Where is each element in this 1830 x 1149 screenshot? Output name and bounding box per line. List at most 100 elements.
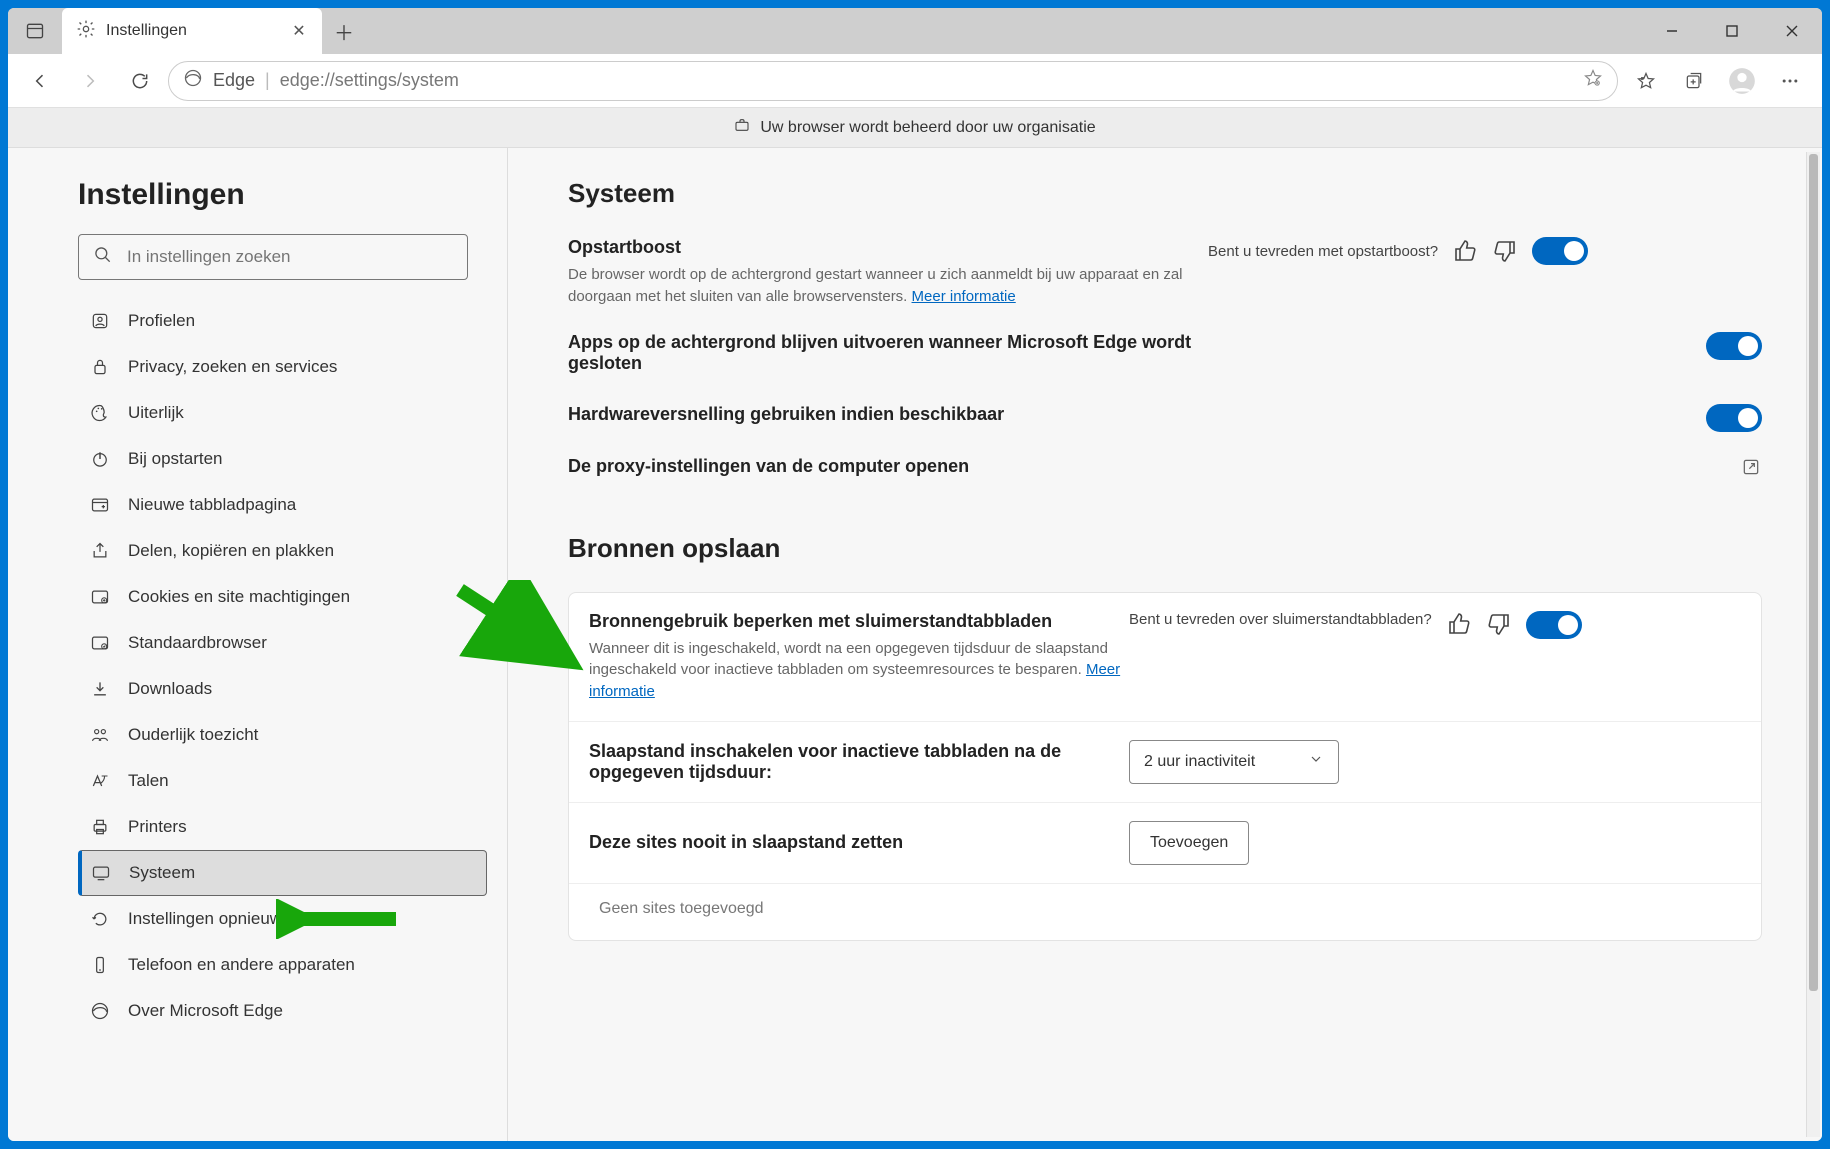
tab-close-button[interactable]: ✕ [290, 22, 308, 40]
forward-button[interactable] [68, 59, 112, 103]
sidebar-item-share[interactable]: Delen, kopiëren en plakken [78, 528, 487, 574]
toggle-startup-boost[interactable] [1532, 237, 1588, 265]
sidebar-item-family[interactable]: Ouderlijk toezicht [78, 712, 487, 758]
managed-by-org-banner: Uw browser wordt beheerd door uw organis… [8, 108, 1822, 148]
timeout-select[interactable]: 2 uur inactiviteit [1129, 740, 1339, 784]
sidebar-item-appearance[interactable]: Uiterlijk [78, 390, 487, 436]
more-menu-button[interactable] [1768, 59, 1812, 103]
profile-icon [88, 311, 112, 331]
sidebar-item-system[interactable]: Systeem [78, 850, 487, 896]
sidebar-item-phone[interactable]: Telefoon en andere apparaten [78, 942, 487, 988]
toggle-hardware-accel[interactable] [1706, 404, 1762, 432]
favorite-star-icon[interactable] [1583, 68, 1603, 93]
sidebar-item-label: Instellingen opnieuw instellen [128, 909, 349, 929]
new-tab-button[interactable]: ＋ [322, 8, 366, 54]
sidebar-item-defaultbrowser[interactable]: Standaardbrowser [78, 620, 487, 666]
thumbs-down-button[interactable] [1492, 238, 1518, 264]
sidebar-item-label: Downloads [128, 679, 212, 699]
sidebar-item-about[interactable]: Over Microsoft Edge [78, 988, 487, 1034]
sidebar-item-label: Ouderlijk toezicht [128, 725, 258, 745]
add-site-button[interactable]: Toevoegen [1129, 821, 1249, 865]
briefcase-icon [734, 117, 750, 138]
settings-search-input[interactable] [127, 247, 453, 267]
power-icon [88, 449, 112, 469]
collections-button[interactable] [1672, 59, 1716, 103]
window-minimize-button[interactable] [1642, 8, 1702, 54]
page-heading: Systeem [568, 178, 1762, 209]
phone-icon [88, 955, 112, 975]
sidebar-heading: Instellingen [78, 178, 487, 212]
sidebar-item-label: Over Microsoft Edge [128, 1001, 283, 1021]
address-url: edge://settings/system [280, 70, 459, 91]
gear-icon [76, 19, 96, 44]
address-bar[interactable]: Edge | edge://settings/system [168, 61, 1618, 101]
profile-avatar[interactable] [1720, 59, 1764, 103]
sidebar-item-label: Talen [128, 771, 169, 791]
sidebar-item-privacy[interactable]: Privacy, zoeken en services [78, 344, 487, 390]
reload-button[interactable] [118, 59, 162, 103]
settings-search-box[interactable] [78, 234, 468, 280]
section-heading-resources: Bronnen opslaan [568, 533, 1762, 564]
sidebar-item-label: Nieuwe tabbladpagina [128, 495, 296, 515]
search-icon [93, 245, 113, 270]
setting-startup-boost: Opstartboost De browser wordt op de acht… [568, 237, 1762, 308]
printer-icon [88, 817, 112, 837]
scrollbar-thumb[interactable] [1809, 154, 1818, 991]
sidebar-item-languages[interactable]: Talen [78, 758, 487, 804]
select-value: 2 uur inactiviteit [1144, 753, 1255, 771]
setting-background-apps: Apps op de achtergrond blijven uitvoeren… [568, 332, 1762, 380]
feedback-label: Bent u tevreden over sluimerstandtabblad… [1129, 611, 1432, 628]
sidebar-item-label: Profielen [128, 311, 195, 331]
setting-hardware-accel: Hardwareversnelling gebruiken indien bes… [568, 404, 1762, 432]
back-button[interactable] [18, 59, 62, 103]
sidebar-item-cookies[interactable]: Cookies en site machtigingen [78, 574, 487, 620]
settings-sidebar: Instellingen Profielen Privacy, zoeken e… [8, 148, 508, 1141]
sidebar-item-reset[interactable]: Instellingen opnieuw instellen [78, 896, 487, 942]
address-prefix: Edge [213, 70, 255, 91]
sleeping-tabs-card: Bronnengebruik beperken met sluimerstand… [568, 592, 1762, 941]
toggle-sleeping-tabs[interactable] [1526, 611, 1582, 639]
thumbs-down-button[interactable] [1486, 611, 1512, 637]
reset-icon [88, 909, 112, 929]
toggle-background-apps[interactable] [1706, 332, 1762, 360]
card-title: Deze sites nooit in slaapstand zetten [589, 832, 1129, 853]
language-icon [88, 771, 112, 791]
empty-sites-message: Geen sites toegevoegd [569, 884, 1761, 940]
window-close-button[interactable] [1762, 8, 1822, 54]
sidebar-item-onstartup[interactable]: Bij opstarten [78, 436, 487, 482]
setting-title: Hardwareversnelling gebruiken indien bes… [568, 404, 1208, 425]
sidebar-item-newtab[interactable]: Nieuwe tabbladpagina [78, 482, 487, 528]
thumbs-up-button[interactable] [1452, 238, 1478, 264]
setting-title: Opstartboost [568, 237, 1208, 258]
settings-main: Systeem Opstartboost De browser wordt op… [508, 148, 1822, 1141]
default-browser-icon [88, 633, 112, 653]
sidebar-item-printers[interactable]: Printers [78, 804, 487, 850]
browser-toolbar: Edge | edge://settings/system [8, 54, 1822, 108]
sidebar-item-label: Privacy, zoeken en services [128, 357, 337, 377]
system-icon [89, 863, 113, 883]
browser-tab[interactable]: Instellingen ✕ [62, 8, 322, 54]
card-description: Wanneer dit is ingeschakeld, wordt na ee… [589, 638, 1129, 703]
share-icon [88, 541, 112, 561]
lock-icon [88, 357, 112, 377]
sidebar-item-profiles[interactable]: Profielen [78, 298, 487, 344]
titlebar: Instellingen ✕ ＋ [8, 8, 1822, 54]
cookies-icon [88, 587, 112, 607]
favorites-button[interactable] [1624, 59, 1668, 103]
sidebar-item-label: Systeem [129, 863, 195, 883]
thumbs-up-button[interactable] [1446, 611, 1472, 637]
sidebar-item-label: Cookies en site machtigingen [128, 587, 350, 607]
sidebar-item-label: Uiterlijk [128, 403, 184, 423]
tab-title: Instellingen [106, 22, 280, 40]
setting-description: De browser wordt op de achtergrond gesta… [568, 264, 1208, 308]
managed-banner-text: Uw browser wordt beheerd door uw organis… [760, 119, 1095, 137]
tab-actions-button[interactable] [8, 8, 62, 54]
setting-title: De proxy-instellingen van de computer op… [568, 456, 1208, 477]
sidebar-item-downloads[interactable]: Downloads [78, 666, 487, 712]
learn-more-link[interactable]: Meer informatie [912, 288, 1016, 305]
edge-logo-icon [88, 1001, 112, 1021]
setting-open-proxy[interactable]: De proxy-instellingen van de computer op… [568, 456, 1762, 483]
window-maximize-button[interactable] [1702, 8, 1762, 54]
sidebar-item-label: Printers [128, 817, 187, 837]
scrollbar[interactable] [1806, 152, 1820, 1137]
